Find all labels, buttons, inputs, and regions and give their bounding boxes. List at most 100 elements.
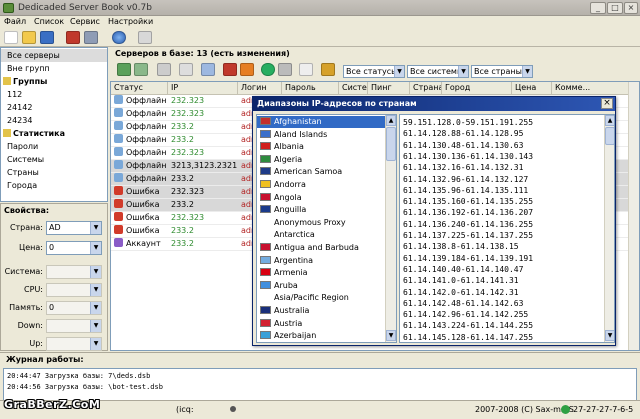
- country-item[interactable]: American Samoa: [257, 166, 387, 178]
- sidebar-item[interactable]: Города: [1, 179, 107, 192]
- new-icon[interactable]: [4, 31, 18, 44]
- clear-icon[interactable]: [321, 63, 335, 76]
- column-header[interactable]: Страна: [410, 82, 442, 95]
- delete-icon[interactable]: [223, 63, 237, 76]
- open-icon[interactable]: [22, 31, 36, 44]
- dialog-close-button[interactable]: ×: [601, 98, 613, 109]
- country-item[interactable]: Armenia: [257, 267, 387, 279]
- sidebar-item-label: Статистика: [13, 129, 65, 138]
- country-item[interactable]: Argentina: [257, 255, 387, 267]
- status-filter-select[interactable]: Все статусы ▼: [343, 65, 405, 78]
- sidebar-item[interactable]: Системы: [1, 153, 107, 166]
- edit-icon[interactable]: [179, 63, 193, 76]
- sidebar-item[interactable]: Вне групп: [1, 62, 107, 75]
- dialog-title: Диапазоны IP-адресов по странам: [253, 97, 615, 111]
- country-filter-select[interactable]: Все страны ▼: [471, 65, 533, 78]
- globe-icon[interactable]: [112, 31, 126, 44]
- duplicate-icon[interactable]: [278, 63, 292, 76]
- country-item[interactable]: Australia: [257, 305, 387, 317]
- country-item[interactable]: Albania: [257, 141, 387, 153]
- country-item[interactable]: Asia/Pacific Region: [257, 292, 387, 304]
- property-field[interactable]: ▼: [46, 265, 102, 279]
- country-item[interactable]: Anguilla: [257, 204, 387, 216]
- sidebar-item[interactable]: Пароли: [1, 140, 107, 153]
- property-field[interactable]: AD ▼: [46, 221, 102, 235]
- sidebar-group-header[interactable]: Группы: [1, 75, 107, 88]
- property-field[interactable]: ▼: [46, 319, 102, 333]
- offline-status-icon: [114, 134, 123, 143]
- country-item[interactable]: Aruba: [257, 280, 387, 292]
- flag-icon: [260, 154, 271, 163]
- country-item[interactable]: Antigua and Barbuda: [257, 242, 387, 254]
- exit-icon[interactable]: [138, 31, 152, 44]
- sidebar-item[interactable]: 24142: [1, 101, 107, 114]
- menu-settings[interactable]: Настройки: [108, 17, 153, 26]
- country-item[interactable]: Aland Islands: [257, 129, 387, 141]
- chevron-down-icon: ▼: [458, 66, 468, 77]
- sidebar-item[interactable]: Все серверы: [1, 49, 107, 62]
- upload-icon[interactable]: [84, 31, 98, 44]
- flag-icon: [260, 142, 271, 151]
- scroll-up-arrow[interactable]: ▲: [386, 115, 396, 126]
- country-list-scrollbar[interactable]: ▲ ▼: [385, 115, 396, 342]
- copyright-label: 2007-2008 (C) Sax-mmS: [475, 405, 574, 414]
- menu-file[interactable]: Файл: [4, 17, 26, 26]
- property-field[interactable]: 0 ▼: [46, 241, 102, 255]
- country-list[interactable]: Afghanistan Aland Islands Albania Algeria Am…: [256, 114, 397, 343]
- copy-icon[interactable]: [157, 63, 171, 76]
- add-group-icon[interactable]: [134, 63, 148, 76]
- scroll-down-arrow[interactable]: ▼: [605, 330, 614, 341]
- column-header[interactable]: Город: [442, 82, 512, 95]
- column-header[interactable]: Пароль: [282, 82, 339, 95]
- save-icon[interactable]: [40, 31, 54, 44]
- country-item[interactable]: Austria: [257, 318, 387, 330]
- tools-icon[interactable]: [66, 31, 80, 44]
- scroll-thumb[interactable]: [386, 127, 396, 161]
- column-header[interactable]: Комме...: [552, 82, 639, 95]
- sidebar-group-header[interactable]: Статистика: [1, 127, 107, 140]
- import-icon[interactable]: [240, 63, 254, 76]
- status-text: Оффлайн: [126, 174, 167, 183]
- country-item[interactable]: Antarctica: [257, 229, 387, 241]
- close-button[interactable]: ×: [624, 2, 638, 14]
- system-filter-select[interactable]: Все системы ▼: [407, 65, 469, 78]
- sidebar-item[interactable]: 24234: [1, 114, 107, 127]
- ip-cell: 233.2: [171, 239, 194, 248]
- country-item[interactable]: Andorra: [257, 179, 387, 191]
- country-item[interactable]: Anonymous Proxy: [257, 217, 387, 229]
- scroll-down-arrow[interactable]: ▼: [386, 330, 396, 341]
- column-header[interactable]: Цена: [512, 82, 552, 95]
- menu-list[interactable]: Список: [34, 17, 64, 26]
- column-header[interactable]: Пинг: [368, 82, 410, 95]
- flag-icon: [260, 129, 271, 138]
- ip-range-list[interactable]: ▲ ▼ 59.151.128.0-59.151.191.255 61.14.128…: [399, 114, 615, 343]
- country-name: Afghanistan: [274, 117, 322, 126]
- ip-range-line: 61.14.128.88-61.14.128.95: [403, 129, 524, 139]
- property-field[interactable]: ▼: [46, 283, 102, 297]
- country-item[interactable]: Algeria: [257, 154, 387, 166]
- column-header[interactable]: Система: [339, 82, 368, 95]
- menu-service[interactable]: Сервис: [70, 17, 100, 26]
- country-item[interactable]: Angola: [257, 192, 387, 204]
- log-output[interactable]: 20:44:47 Загрузка базы: 7\deds.dsb 20:44…: [3, 368, 637, 402]
- column-header[interactable]: Статус: [111, 82, 168, 95]
- sidebar-item[interactable]: 112: [1, 88, 107, 101]
- scroll-up-arrow[interactable]: ▲: [605, 115, 614, 126]
- property-field[interactable]: 0 ▼: [46, 301, 102, 315]
- sidebar-item[interactable]: Страны: [1, 166, 107, 179]
- property-field[interactable]: ▼: [46, 337, 102, 351]
- table-scrollbar[interactable]: [628, 82, 639, 350]
- column-header[interactable]: Логин: [238, 82, 282, 95]
- country-item[interactable]: Afghanistan: [257, 116, 387, 128]
- maximize-button[interactable]: □: [607, 2, 623, 14]
- search-icon[interactable]: [299, 63, 313, 76]
- ip-list-scrollbar[interactable]: ▲ ▼: [604, 115, 614, 342]
- country-item[interactable]: Azerbaijan: [257, 330, 387, 342]
- play-icon[interactable]: [261, 63, 275, 76]
- minimize-button[interactable]: _: [590, 2, 606, 14]
- add-server-icon[interactable]: [117, 63, 131, 76]
- ip-cell: 232.323: [171, 213, 205, 222]
- view-icon[interactable]: [201, 63, 215, 76]
- column-header[interactable]: IP: [168, 82, 238, 95]
- scroll-thumb[interactable]: [605, 127, 614, 145]
